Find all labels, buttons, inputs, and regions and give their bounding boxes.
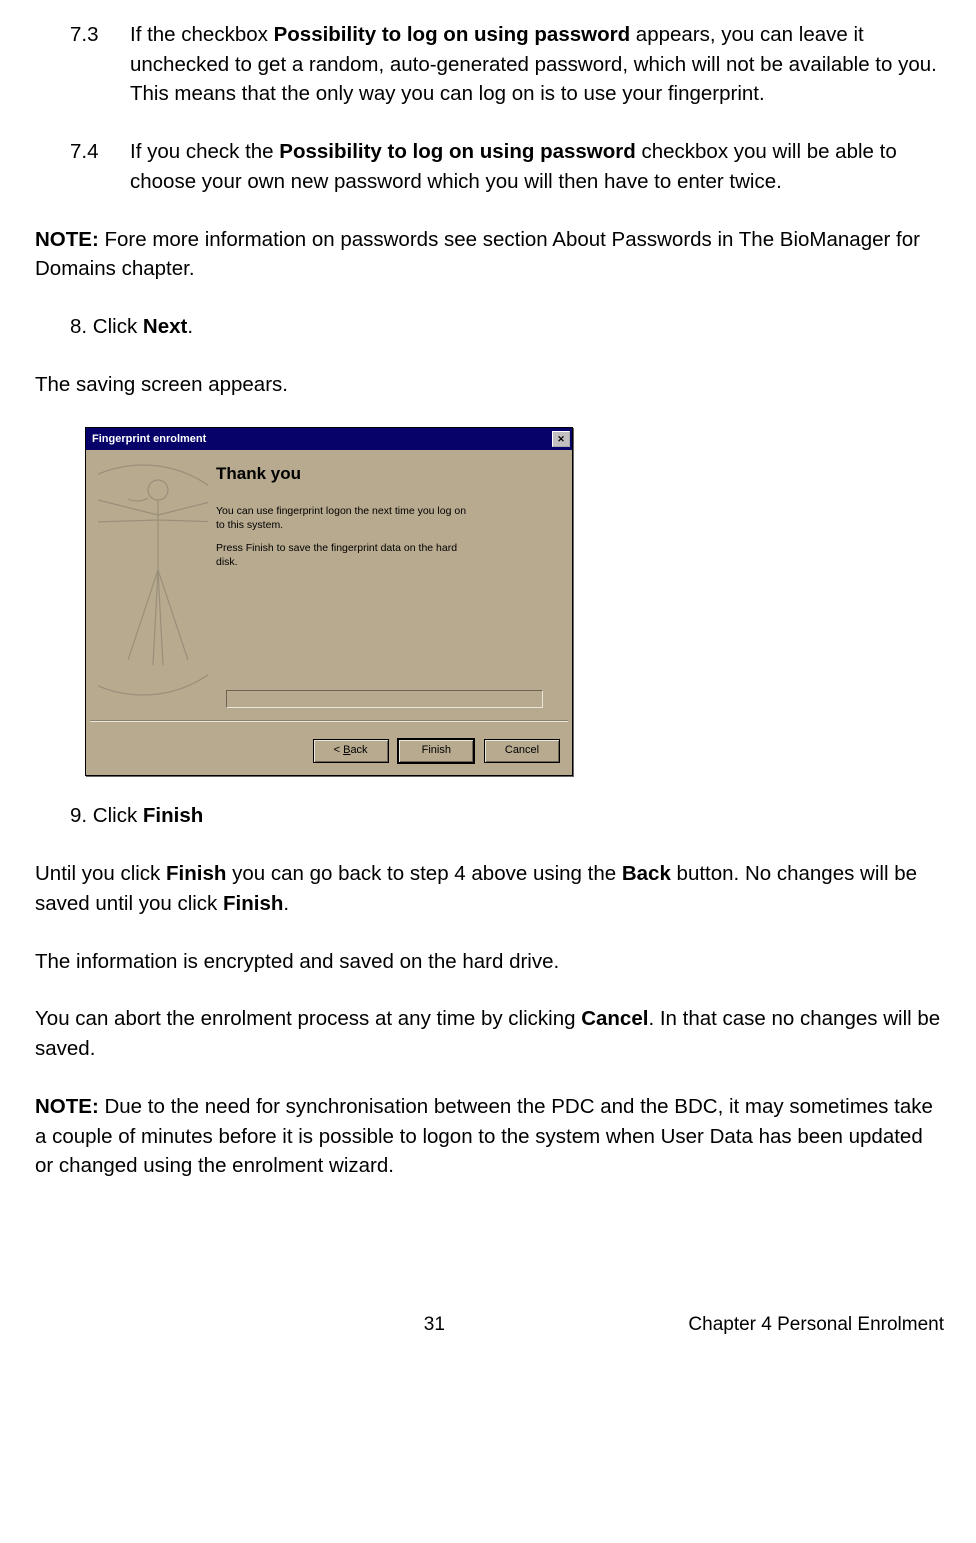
- text: Until you click: [35, 862, 166, 885]
- note-label: NOTE:: [35, 228, 99, 251]
- step-7-4: 7.4 If you check the Possibility to log …: [70, 137, 946, 196]
- progress-bar: [226, 690, 543, 708]
- text: If the checkbox: [130, 23, 274, 46]
- dialog-titlebar: Fingerprint enrolment ✕: [86, 428, 572, 450]
- page-number: 31: [35, 1311, 565, 1339]
- note-sync: NOTE: Due to the need for synchronisatio…: [35, 1092, 946, 1181]
- note-text: Fore more information on passwords see s…: [35, 228, 920, 281]
- chapter-title: Chapter 4 Personal Enrolment: [565, 1311, 946, 1339]
- dialog-text-1: You can use fingerprint logon the next t…: [216, 505, 476, 532]
- note-label: NOTE:: [35, 1095, 99, 1118]
- bold-term: Finish: [223, 892, 283, 915]
- close-icon[interactable]: ✕: [552, 431, 570, 447]
- note-passwords: NOTE: Fore more information on passwords…: [35, 225, 946, 284]
- para-encrypted: The information is encrypted and saved o…: [35, 947, 946, 977]
- bold-term: Finish: [143, 804, 203, 827]
- dialog-text-2: Press Finish to save the fingerprint dat…: [216, 542, 476, 569]
- page-footer: 31 Chapter 4 Personal Enrolment: [35, 1311, 946, 1339]
- bold-term: Back: [622, 862, 671, 885]
- step-7-3: 7.3 If the checkbox Possibility to log o…: [70, 20, 946, 109]
- vitruvian-icon: [98, 460, 208, 714]
- para-until-finish: Until you click Finish you can go back t…: [35, 859, 946, 918]
- step-8: 8. Click Next.: [70, 312, 946, 342]
- step-number: 7.3: [70, 20, 130, 109]
- step-body: If you check the Possibility to log on u…: [130, 137, 946, 196]
- bold-term: Possibility to log on using password: [274, 23, 631, 46]
- text: .: [283, 892, 289, 915]
- para-cancel: You can abort the enrolment process at a…: [35, 1004, 946, 1063]
- text: If you check the: [130, 140, 279, 163]
- bold-term: Next: [143, 315, 187, 338]
- note-text: Due to the need for synchronisation betw…: [35, 1095, 933, 1177]
- bold-term: Possibility to log on using password: [279, 140, 636, 163]
- bold-term: Finish: [166, 862, 226, 885]
- text: You can abort the enrolment process at a…: [35, 1007, 581, 1030]
- bold-term: Cancel: [581, 1007, 648, 1030]
- step-9: 9. Click Finish: [70, 801, 946, 831]
- fingerprint-enrolment-dialog: Fingerprint enrolment ✕: [85, 427, 573, 776]
- step-number: 7.4: [70, 137, 130, 196]
- dialog-body: Thank you You can use fingerprint logon …: [86, 450, 572, 720]
- dialog-screenshot: Fingerprint enrolment ✕: [85, 427, 946, 776]
- text: .: [187, 315, 193, 338]
- back-button[interactable]: < Back: [313, 739, 389, 763]
- text: you can go back to step 4 above using th…: [226, 862, 621, 885]
- dialog-content: Thank you You can use fingerprint logon …: [208, 460, 560, 714]
- cancel-button[interactable]: Cancel: [484, 739, 560, 763]
- text: 8. Click: [70, 315, 143, 338]
- text: 9. Click: [70, 804, 143, 827]
- dialog-button-row: < Back Finish Cancel: [86, 722, 572, 775]
- step-body: If the checkbox Possibility to log on us…: [130, 20, 946, 109]
- dialog-title: Fingerprint enrolment: [90, 432, 206, 448]
- dialog-heading: Thank you: [216, 462, 560, 487]
- finish-button[interactable]: Finish: [398, 739, 474, 763]
- saving-screen-line: The saving screen appears.: [35, 370, 946, 400]
